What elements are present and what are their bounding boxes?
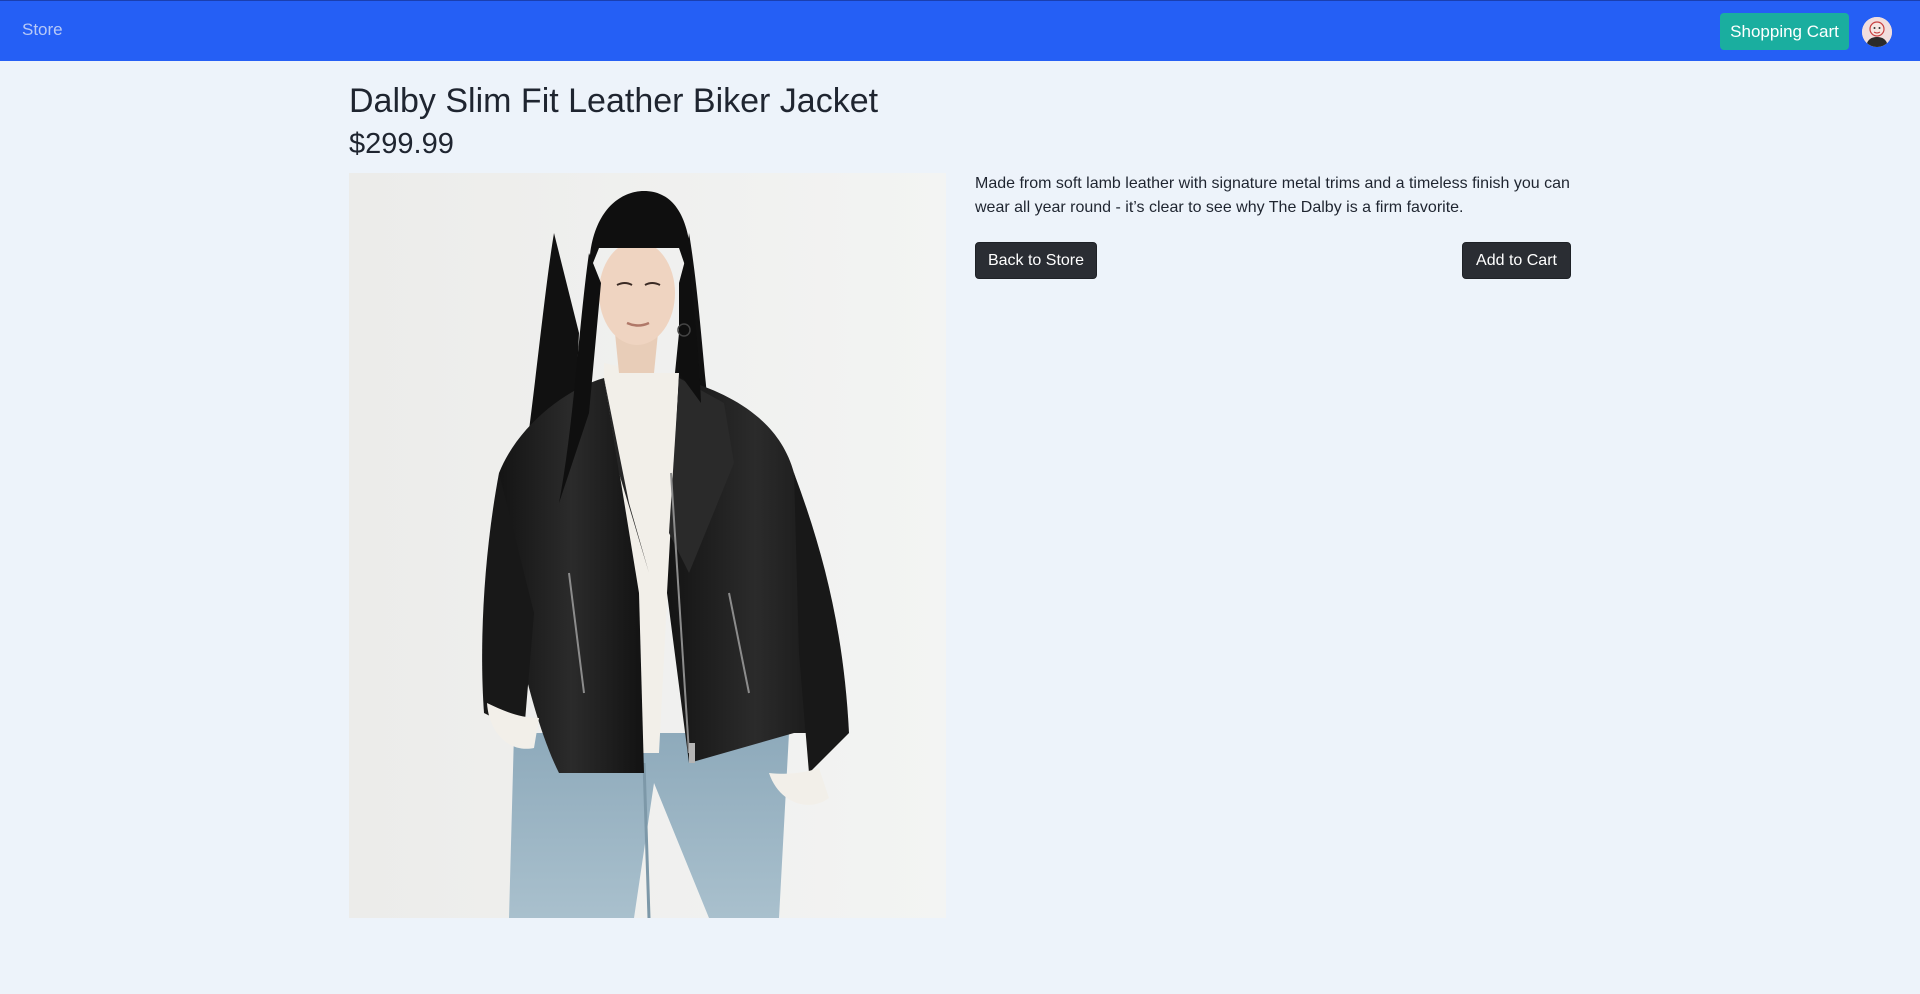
back-to-store-button[interactable]: Back to Store: [975, 242, 1097, 279]
shopping-cart-button[interactable]: Shopping Cart: [1720, 13, 1849, 50]
store-link[interactable]: Store: [22, 20, 63, 40]
product-description: Made from soft lamb leather with signatu…: [975, 175, 1570, 216]
product-title: Dalby Slim Fit Leather Biker Jacket: [349, 82, 879, 120]
product-image: [349, 173, 946, 918]
top-navbar: Store Shopping Cart: [0, 0, 1920, 61]
user-avatar-icon[interactable]: [1862, 17, 1892, 47]
add-to-cart-button[interactable]: Add to Cart: [1462, 242, 1571, 279]
product-price: $299.99: [349, 128, 454, 160]
